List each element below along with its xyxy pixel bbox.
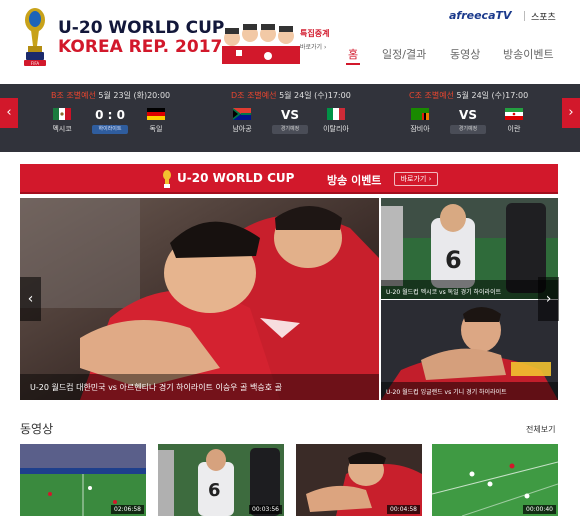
promo-link[interactable]: 바로가기 › bbox=[300, 42, 326, 51]
banner-title: U-20 WORLD CUP bbox=[177, 171, 295, 185]
hero-thumbnail bbox=[20, 198, 379, 400]
zambia-flag-icon bbox=[411, 108, 429, 120]
slider-prev-button[interactable]: ‹ bbox=[20, 277, 41, 321]
match-group: B조 조별예선 bbox=[51, 91, 96, 100]
trophy-icon bbox=[163, 170, 171, 188]
side-highlight-slide[interactable]: 6 U-20 월드컵 멕시코 vs 독일 경기 하이라이트 bbox=[381, 198, 558, 299]
side-highlight-slide[interactable]: U-20 월드컵 잉글랜드 vs 기니 경기 하이라이트 bbox=[381, 300, 558, 400]
match-header: C조 조별예선 5월 24일 (수)17:00 bbox=[409, 90, 528, 101]
italy-flag-icon bbox=[327, 108, 345, 120]
promo-badge[interactable]: 특집중계 bbox=[300, 28, 329, 39]
match-card[interactable]: C조 조별예선 5월 24일 (수)17:00 잠비아 VS 경기예정 이란 bbox=[409, 90, 579, 146]
nav-home[interactable]: 홈 bbox=[348, 46, 358, 62]
highlight-button[interactable]: 하이라이트 bbox=[92, 125, 128, 134]
video-thumbnail[interactable]: 00:00:40 bbox=[432, 444, 558, 516]
match-header: B조 조별예선 5월 23일 (화)20:00 bbox=[51, 90, 170, 101]
svg-text:6: 6 bbox=[208, 480, 221, 501]
iran-flag-icon bbox=[505, 108, 523, 120]
broadcast-event-banner[interactable]: U-20 WORLD CUP 방송 이벤트 바로가기 › bbox=[20, 164, 558, 194]
match-vs: VS bbox=[459, 108, 477, 122]
banner-go-button[interactable]: 바로가기 › bbox=[394, 172, 438, 186]
schedule-prev-button[interactable]: ‹ bbox=[0, 98, 18, 128]
featured-highlight-slide[interactable]: U-20 월드컵 대한민국 vs 아르헨티나 경기 하이라이트 이승우 골 백승… bbox=[20, 198, 379, 400]
svg-text:FIFA: FIFA bbox=[31, 61, 39, 66]
match-date: 5월 24일 (수)17:00 bbox=[279, 91, 351, 100]
side-thumbnail: 6 bbox=[381, 198, 558, 299]
match-score: 0 : 0 bbox=[95, 108, 125, 122]
match-card[interactable]: D조 조별예선 5월 24일 (수)17:00 남아공 VS 경기예정 이탈리아 bbox=[231, 90, 401, 146]
match-card[interactable]: B조 조별예선 5월 23일 (화)20:00 멕시코 0 : 0 하이라이트 … bbox=[51, 90, 221, 146]
match-status: 경기예정 bbox=[450, 125, 486, 134]
video-duration: 00:00:40 bbox=[523, 505, 556, 514]
banner-event-label: 방송 이벤트 bbox=[327, 174, 382, 187]
away-team: 독일 bbox=[149, 125, 163, 133]
svg-text:6: 6 bbox=[445, 246, 462, 274]
nav-schedule[interactable]: 일정/결과 bbox=[382, 46, 426, 62]
nav-videos[interactable]: 동영상 bbox=[450, 46, 480, 62]
side-caption[interactable]: U-20 월드컵 잉글랜드 vs 기니 경기 하이라이트 bbox=[386, 387, 507, 396]
special-broadcast-promo-icon[interactable] bbox=[222, 16, 326, 64]
mexico-flag-icon bbox=[53, 108, 71, 120]
event-title-line2[interactable]: KOREA REP. 2017 bbox=[58, 37, 222, 57]
away-team: 이탈리아 bbox=[323, 125, 349, 133]
view-all-link[interactable]: 전체보기 bbox=[526, 424, 555, 435]
germany-flag-icon bbox=[147, 108, 165, 120]
video-thumbnail[interactable]: 00:04:58 bbox=[296, 444, 422, 516]
hero-caption[interactable]: U-20 월드컵 대한민국 vs 아르헨티나 경기 하이라이트 이승우 골 백승… bbox=[30, 382, 282, 393]
video-duration: 02:06:58 bbox=[111, 505, 144, 514]
sports-section-link[interactable]: 스포츠 bbox=[531, 10, 556, 23]
brand-divider bbox=[524, 11, 525, 21]
home-team: 남아공 bbox=[232, 125, 252, 133]
home-team: 멕시코 bbox=[52, 125, 72, 133]
match-vs: VS bbox=[281, 108, 299, 122]
video-duration: 00:04:58 bbox=[387, 505, 420, 514]
match-group: C조 조별예선 bbox=[409, 91, 454, 100]
match-date: 5월 23일 (화)20:00 bbox=[98, 91, 171, 100]
match-header: D조 조별예선 5월 24일 (수)17:00 bbox=[231, 90, 351, 101]
nav-active-indicator bbox=[346, 63, 360, 65]
side-thumbnail bbox=[381, 300, 558, 400]
nav-events[interactable]: 방송이벤트 bbox=[503, 46, 554, 62]
away-team: 이란 bbox=[507, 125, 521, 133]
page: FIFA U-20 WORLD CUP KOREA REP. 2017 특집중계… bbox=[0, 0, 580, 520]
event-title-line1[interactable]: U-20 WORLD CUP bbox=[58, 18, 224, 38]
south-africa-flag-icon bbox=[233, 108, 251, 120]
video-thumbnail[interactable]: 6 00:03:56 bbox=[158, 444, 284, 516]
videos-section-title: 동영상 bbox=[20, 422, 54, 436]
home-team: 잠비아 bbox=[410, 125, 430, 133]
match-status: 경기예정 bbox=[272, 125, 308, 134]
video-duration: 00:03:56 bbox=[249, 505, 282, 514]
side-caption[interactable]: U-20 월드컵 멕시코 vs 독일 경기 하이라이트 bbox=[386, 287, 501, 296]
match-group: D조 조별예선 bbox=[231, 91, 277, 100]
trophy-logo-icon[interactable]: FIFA bbox=[22, 6, 48, 68]
header: FIFA U-20 WORLD CUP KOREA REP. 2017 특집중계… bbox=[0, 0, 580, 84]
video-thumbnail[interactable]: 02:06:58 bbox=[20, 444, 146, 516]
match-date: 5월 24일 (수)17:00 bbox=[456, 91, 529, 100]
slider-next-button[interactable]: › bbox=[538, 277, 559, 321]
afreecatv-logo[interactable]: afreecaTV bbox=[449, 9, 512, 22]
